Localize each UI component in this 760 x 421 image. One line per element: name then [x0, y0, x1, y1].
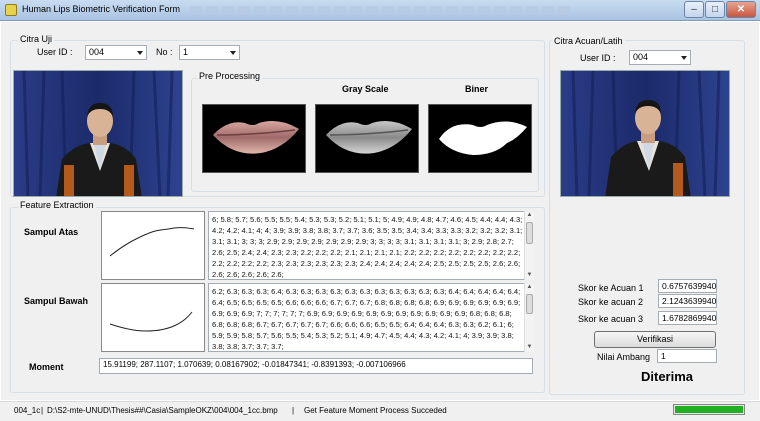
skor-acuan-3-label: Skor ke acuan 3 — [578, 314, 644, 324]
upper-values-scrollbar[interactable]: ▲ ▼ — [524, 211, 534, 280]
test-face-photo — [13, 70, 183, 197]
upper-envelope-plot — [101, 211, 205, 280]
ref-user-id-value: 004 — [633, 52, 649, 62]
scroll-thumb[interactable] — [526, 294, 533, 314]
status-separator: | — [292, 406, 295, 415]
scroll-thumb[interactable] — [526, 222, 533, 244]
moment-label: Moment — [29, 362, 64, 372]
sampul-atas-label: Sampul Atas — [24, 227, 79, 237]
no-value: 1 — [183, 47, 189, 57]
chevron-down-icon — [681, 56, 687, 60]
title-bar: Human Lips Biometric Verification Form –… — [0, 0, 760, 21]
sampul-bawah-label: Sampul Bawah — [24, 296, 89, 306]
preprocessing-title: Pre Processing — [197, 71, 263, 81]
user-id-label: User ID : — [37, 47, 73, 57]
skor-acuan-3-value[interactable]: 1.6782869940 — [658, 311, 717, 325]
progress-fill — [675, 406, 743, 413]
minimize-button[interactable]: – — [684, 1, 704, 18]
lower-envelope-plot — [101, 283, 205, 352]
lower-envelope-values[interactable]: 6.2; 6.3; 6.3; 6.3; 6.4; 6.3; 6.3; 6.3; … — [208, 283, 527, 352]
user-id-value: 004 — [89, 47, 105, 57]
citra-uji-title: Citra Uji — [18, 34, 55, 44]
titlebar-decoration — [190, 3, 650, 18]
gray-scale-label: Gray Scale — [342, 84, 389, 94]
verify-button[interactable]: Verifikasi — [594, 331, 716, 348]
skor-acuan-1-value[interactable]: 0.6757639940 — [658, 279, 717, 293]
form-icon — [5, 4, 17, 16]
face-photo-illustration — [561, 71, 729, 196]
status-progress-bar — [673, 404, 745, 415]
face-photo-illustration — [14, 71, 182, 196]
user-id-combo[interactable]: 004 — [85, 45, 147, 60]
moment-values[interactable]: 15.91199; 287.1107; 1.070639; 0.08167902… — [99, 358, 533, 374]
status-message: Get Feature Moment Process Succeded — [304, 406, 447, 415]
skor-acuan-2-value[interactable]: 2.1243639940 — [658, 294, 717, 308]
feature-extraction-title: Feature Extraction — [18, 200, 96, 210]
scroll-down-arrow[interactable]: ▼ — [526, 344, 533, 351]
nilai-ambang-label: Nilai Ambang — [597, 352, 651, 362]
citra-acuan-title: Citra Acuan/Latih — [552, 36, 625, 46]
ref-user-id-combo[interactable]: 004 — [629, 50, 691, 65]
skor-acuan-1-label: Skor ke Acuan 1 — [578, 283, 644, 293]
no-combo[interactable]: 1 — [179, 45, 240, 60]
close-button[interactable]: ✕ — [726, 1, 756, 18]
window-title: Human Lips Biometric Verification Form — [22, 4, 181, 14]
chevron-down-icon — [230, 51, 236, 55]
reference-face-photo — [560, 70, 730, 197]
status-separator: | — [41, 406, 44, 415]
lip-color-image — [202, 104, 306, 173]
ref-user-id-label: User ID : — [580, 53, 616, 63]
upper-envelope-values[interactable]: 6; 5.8; 5.7; 5.6; 5.5; 5.5; 5.4; 5.3; 5.… — [208, 211, 527, 280]
lower-values-scrollbar[interactable]: ▲ ▼ — [524, 283, 534, 352]
maximize-button[interactable]: □ — [705, 1, 725, 18]
status-path: D:\S2-mte-UNUD\Thesis##\Casia\SampleOKZ\… — [47, 406, 278, 415]
status-bar: 004_1c | D:\S2-mte-UNUD\Thesis##\Casia\S… — [0, 401, 760, 421]
lip-binary-image — [428, 104, 532, 173]
verification-result: Diterima — [641, 369, 694, 384]
skor-acuan-2-label: Skor ke acuan 2 — [578, 297, 644, 307]
chevron-down-icon — [137, 51, 143, 55]
nilai-ambang-value[interactable]: 1 — [657, 349, 717, 363]
status-file: 004_1c — [14, 406, 41, 415]
scroll-up-arrow[interactable]: ▲ — [526, 284, 533, 291]
lip-grayscale-image — [315, 104, 419, 173]
no-label: No : — [156, 47, 173, 57]
biner-label: Biner — [465, 84, 489, 94]
scroll-up-arrow[interactable]: ▲ — [526, 212, 533, 219]
scroll-down-arrow[interactable]: ▼ — [526, 272, 533, 279]
